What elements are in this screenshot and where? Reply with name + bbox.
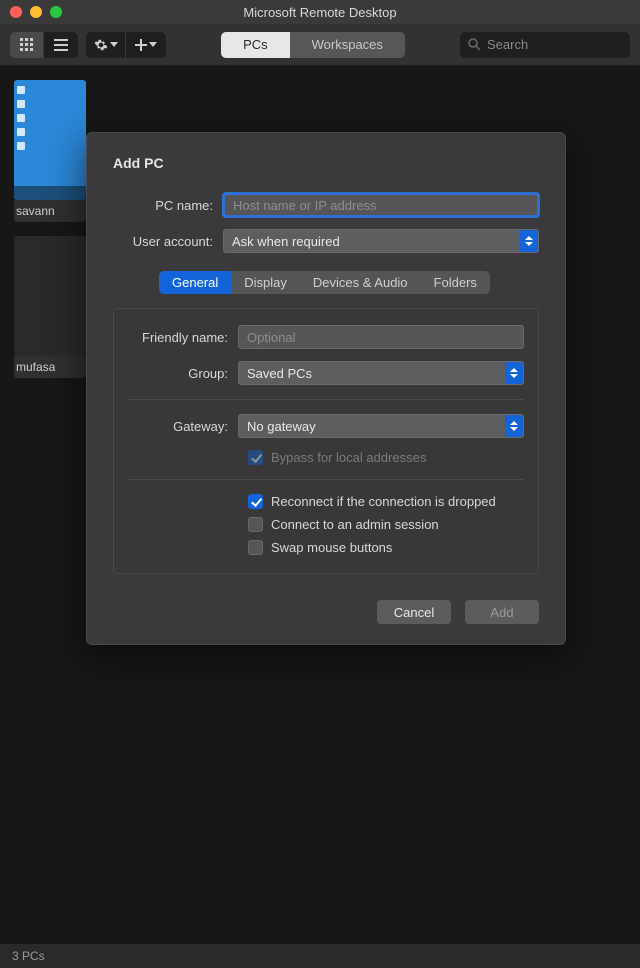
- pc-thumbnail: [14, 236, 86, 356]
- status-bar: 3 PCs: [0, 944, 640, 968]
- close-window-button[interactable]: [10, 6, 22, 18]
- admin-checkbox-row: Connect to an admin session: [248, 517, 524, 532]
- gear-icon: [94, 38, 108, 52]
- bypass-checkbox: [248, 450, 263, 465]
- admin-label: Connect to an admin session: [271, 517, 439, 532]
- titlebar: Microsoft Remote Desktop: [0, 0, 640, 24]
- swap-label: Swap mouse buttons: [271, 540, 392, 555]
- friendly-name-input[interactable]: Optional: [238, 325, 524, 349]
- divider: [128, 479, 524, 480]
- pc-count: 3 PCs: [12, 949, 45, 963]
- admin-checkbox[interactable]: [248, 517, 263, 532]
- gateway-label: Gateway:: [128, 419, 238, 434]
- reconnect-label: Reconnect if the connection is dropped: [271, 494, 496, 509]
- main-tabs: PCs Workspaces: [174, 32, 452, 58]
- search-placeholder: Search: [487, 37, 528, 52]
- add-button[interactable]: [126, 32, 166, 58]
- user-account-select[interactable]: Ask when required: [223, 229, 539, 253]
- actions-segment: [86, 32, 166, 58]
- pc-name-label: savann: [14, 200, 86, 222]
- reconnect-checkbox[interactable]: [248, 494, 263, 509]
- tab-pcs[interactable]: PCs: [221, 32, 290, 58]
- bypass-checkbox-row: Bypass for local addresses: [248, 450, 524, 465]
- group-label: Group:: [128, 366, 238, 381]
- general-panel: Friendly name: Optional Group: Saved PCs…: [113, 308, 539, 574]
- pc-card[interactable]: mufasa: [14, 236, 86, 378]
- tab-display[interactable]: Display: [231, 271, 300, 294]
- reconnect-checkbox-row: Reconnect if the connection is dropped: [248, 494, 524, 509]
- grid-view-button[interactable]: [10, 32, 44, 58]
- user-account-label: User account:: [113, 234, 223, 249]
- tab-general[interactable]: General: [159, 271, 231, 294]
- pc-thumbnail: [14, 80, 86, 200]
- swap-checkbox[interactable]: [248, 540, 263, 555]
- zoom-window-button[interactable]: [50, 6, 62, 18]
- plus-icon: [135, 39, 147, 51]
- view-mode-segment: [10, 32, 78, 58]
- pc-name-input[interactable]: Host name or IP address: [223, 193, 539, 217]
- chevron-down-icon: [110, 42, 118, 47]
- window-controls: [0, 6, 62, 18]
- toolbar: PCs Workspaces Search: [0, 24, 640, 66]
- add-confirm-button[interactable]: Add: [465, 600, 539, 624]
- minimize-window-button[interactable]: [30, 6, 42, 18]
- sheet-actions: Cancel Add: [113, 600, 539, 624]
- select-stepper-icon: [505, 415, 523, 437]
- divider: [128, 399, 524, 400]
- bypass-label: Bypass for local addresses: [271, 450, 426, 465]
- sheet-tabs: General Display Devices & Audio Folders: [159, 271, 490, 294]
- group-select[interactable]: Saved PCs: [238, 361, 524, 385]
- settings-button[interactable]: [86, 32, 126, 58]
- gateway-select[interactable]: No gateway: [238, 414, 524, 438]
- main-area: savann mufasa Add PC PC name: Host name …: [0, 66, 640, 944]
- sheet-title: Add PC: [113, 155, 539, 171]
- search-icon: [468, 38, 481, 51]
- select-stepper-icon: [520, 230, 538, 252]
- search-field[interactable]: Search: [460, 32, 630, 58]
- select-stepper-icon: [505, 362, 523, 384]
- add-pc-sheet: Add PC PC name: Host name or IP address …: [86, 132, 566, 645]
- cancel-button[interactable]: Cancel: [377, 600, 451, 624]
- chevron-down-icon: [149, 42, 157, 47]
- pc-name-label: PC name:: [113, 198, 223, 213]
- tab-devices-audio[interactable]: Devices & Audio: [300, 271, 421, 294]
- list-view-button[interactable]: [44, 32, 78, 58]
- friendly-name-label: Friendly name:: [128, 330, 238, 345]
- tab-folders[interactable]: Folders: [421, 271, 490, 294]
- window-title: Microsoft Remote Desktop: [0, 5, 640, 20]
- pc-card[interactable]: savann: [14, 80, 86, 222]
- tab-workspaces[interactable]: Workspaces: [290, 32, 405, 58]
- pc-name-label: mufasa: [14, 356, 86, 378]
- swap-checkbox-row: Swap mouse buttons: [248, 540, 524, 555]
